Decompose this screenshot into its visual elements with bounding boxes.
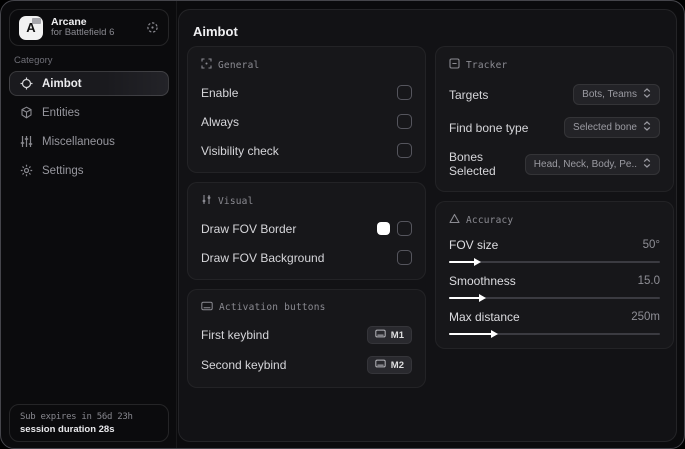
setting-row: Enable: [201, 84, 412, 101]
general-card: General Enable Always Visibility check: [187, 46, 426, 173]
max-distance-slider[interactable]: [449, 329, 660, 338]
checkbox-draw-fov-background[interactable]: [397, 250, 412, 265]
section-title: Visual: [218, 195, 254, 207]
page-title: Aimbot: [193, 24, 238, 39]
gear-icon: [20, 164, 33, 177]
triangle-icon: [449, 213, 460, 227]
sidebar: A Arcane for Battlefield 6 Category Aimb…: [1, 1, 177, 448]
setting-row: Second keybind M2: [201, 356, 412, 374]
app-subtitle: for Battlefield 6: [51, 27, 115, 39]
section-title: Tracker: [466, 59, 508, 71]
adjust-icon: [201, 194, 212, 208]
targets-select[interactable]: Bots, Teams: [573, 84, 660, 105]
second-keybind-button[interactable]: M2: [366, 356, 412, 374]
sub-expiry-text: Sub expires in 56d 23h: [20, 412, 133, 422]
find-bone-type-select[interactable]: Selected bone: [564, 117, 660, 138]
accuracy-card: Accuracy FOV size 50° Smoothness 15.0 Ma…: [435, 201, 674, 349]
subscription-info: Sub expires in 56d 23h session duration …: [9, 404, 169, 442]
sidebar-nav: Aimbot Entities Miscellaneous Settings: [9, 71, 169, 187]
sidebar-item-entities[interactable]: Entities: [9, 100, 169, 125]
unfold-icon: [643, 157, 651, 171]
fov-size-setting: FOV size 50°: [449, 238, 660, 266]
keyboard-icon: [375, 329, 386, 341]
tracker-icon: [449, 58, 460, 72]
sidebar-item-label: Entities: [42, 106, 80, 119]
activation-buttons-card: Activation buttons First keybind M1 Seco…: [187, 289, 426, 388]
setting-row: Draw FOV Background: [201, 249, 412, 266]
setting-row: First keybind M1: [201, 326, 412, 344]
crosshair-icon: [20, 77, 33, 90]
fov-size-slider[interactable]: [449, 257, 660, 266]
main-panel: Aimbot General Enable Always Visibility …: [178, 9, 677, 442]
setting-row: Find bone type Selected bone: [449, 117, 660, 138]
sidebar-item-label: Miscellaneous: [42, 135, 115, 148]
first-keybind-button[interactable]: M1: [366, 326, 412, 344]
smoothness-slider[interactable]: [449, 293, 660, 302]
slider-thumb[interactable]: [478, 293, 486, 302]
setting-row: Visibility check: [201, 142, 412, 159]
smoothness-value: 15.0: [637, 275, 660, 287]
fov-border-color-swatch[interactable]: [377, 222, 390, 235]
setting-row: Bones Selected Head, Neck, Body, Pe..: [449, 150, 660, 178]
setting-row: Draw FOV Border: [201, 220, 412, 237]
setting-row: Always: [201, 113, 412, 130]
unfold-icon: [643, 121, 651, 134]
scan-icon: [201, 58, 212, 72]
keyboard-icon: [201, 301, 213, 314]
max-distance-value: 250m: [631, 311, 660, 323]
visual-card: Visual Draw FOV Border Draw FOV Backgrou…: [187, 182, 426, 280]
sidebar-item-miscellaneous[interactable]: Miscellaneous: [9, 129, 169, 154]
slider-thumb[interactable]: [491, 329, 499, 338]
section-title: Accuracy: [466, 214, 514, 226]
app-window: A Arcane for Battlefield 6 Category Aimb…: [0, 0, 685, 449]
sync-icon[interactable]: [146, 21, 159, 34]
checkbox-enable[interactable]: [397, 85, 412, 100]
unfold-icon: [643, 88, 651, 101]
session-duration-text: session duration 28s: [20, 424, 115, 435]
right-column: Tracker Targets Bots, Teams Find bone ty…: [435, 46, 674, 358]
sidebar-item-aimbot[interactable]: Aimbot: [9, 71, 169, 96]
section-title: Activation buttons: [219, 302, 326, 313]
checkbox-visibility-check[interactable]: [397, 143, 412, 158]
bones-selected-select[interactable]: Head, Neck, Body, Pe..: [524, 153, 660, 175]
left-column: General Enable Always Visibility check V…: [187, 46, 426, 397]
fov-size-value: 50°: [642, 239, 660, 251]
brand-card: A Arcane for Battlefield 6: [9, 9, 169, 46]
keyboard-icon: [375, 359, 386, 371]
entities-icon: [20, 106, 33, 119]
checkbox-always[interactable]: [397, 114, 412, 129]
app-logo: A: [19, 15, 43, 40]
max-distance-setting: Max distance 250m: [449, 310, 660, 338]
section-title: General: [218, 59, 260, 71]
sidebar-item-label: Settings: [42, 164, 84, 177]
category-label: Category: [14, 55, 53, 66]
logo-letter: A: [26, 20, 36, 35]
tracker-card: Tracker Targets Bots, Teams Find bone ty…: [435, 46, 674, 192]
setting-row: Targets Bots, Teams: [449, 84, 660, 105]
checkbox-draw-fov-border[interactable]: [397, 221, 412, 236]
sliders-icon: [20, 135, 33, 148]
slider-thumb[interactable]: [474, 257, 482, 266]
smoothness-setting: Smoothness 15.0: [449, 274, 660, 302]
sidebar-item-settings[interactable]: Settings: [9, 158, 169, 183]
sidebar-item-label: Aimbot: [42, 77, 82, 90]
